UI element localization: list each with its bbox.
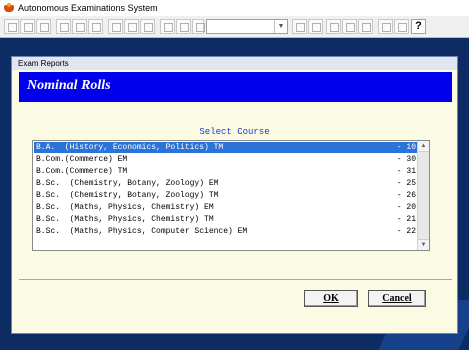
toolbar: ▼ ?: [0, 16, 469, 38]
course-code: - 20: [396, 203, 416, 212]
course-name: B.Sc. (Maths, Physics, Chemistry) EM: [36, 203, 214, 212]
list-item[interactable]: B.Sc. (Chemistry, Botany, Zoology) EM - …: [34, 178, 418, 189]
print-icon[interactable]: [56, 19, 71, 34]
list-item[interactable]: B.Sc. (Chemistry, Botany, Zoology) TM - …: [34, 190, 418, 201]
course-code: - 30: [396, 155, 416, 164]
report-icon[interactable]: [394, 19, 409, 34]
course-code: - 26: [396, 191, 416, 200]
list-item[interactable]: B.Com.(Commerce) EM - 30: [34, 154, 418, 165]
spellcheck-icon[interactable]: [88, 19, 103, 34]
app-logo-icon: [4, 3, 14, 13]
course-code: - 10: [396, 143, 416, 152]
align-left-icon[interactable]: [292, 19, 307, 34]
ok-button[interactable]: OK: [304, 290, 358, 307]
course-name: B.Sc. (Chemistry, Botany, Zoology) TM: [36, 191, 219, 200]
dialog-caption: Exam Reports: [12, 57, 457, 70]
course-name: B.Sc. (Chemistry, Botany, Zoology) EM: [36, 179, 219, 188]
app-title: Autonomous Examinations System: [18, 3, 158, 13]
course-code: - 31: [396, 167, 416, 176]
redo-icon[interactable]: [176, 19, 191, 34]
course-name: B.Com.(Commerce) TM: [36, 167, 128, 176]
course-code: - 21: [396, 215, 416, 224]
course-code: - 22: [396, 227, 416, 236]
image-icon[interactable]: [358, 19, 373, 34]
list-item[interactable]: B.Sc. (Maths, Physics, Chemistry) EM - 2…: [34, 202, 418, 213]
save-icon[interactable]: [36, 19, 51, 34]
print-preview-icon[interactable]: [72, 19, 87, 34]
exam-reports-dialog: Exam Reports Nominal Rolls Select Course…: [11, 56, 458, 334]
toolbar-combo[interactable]: ▼: [206, 19, 288, 34]
page-title: Nominal Rolls: [27, 78, 111, 93]
new-icon[interactable]: [4, 19, 19, 34]
list-item[interactable]: B.Com.(Commerce) TM - 31: [34, 166, 418, 177]
header-band: Nominal Rolls: [19, 72, 452, 102]
chart-icon[interactable]: [342, 19, 357, 34]
scroll-up-icon[interactable]: ▲: [418, 141, 429, 152]
divider: [19, 279, 452, 280]
course-name: B.Sc. (Maths, Physics, Chemistry) TM: [36, 215, 214, 224]
course-code: - 25: [396, 179, 416, 188]
app-titlebar: Autonomous Examinations System: [0, 0, 469, 16]
cancel-button[interactable]: Cancel: [368, 290, 426, 307]
align-center-icon[interactable]: [308, 19, 323, 34]
open-icon[interactable]: [20, 19, 35, 34]
table-icon[interactable]: [326, 19, 341, 34]
course-name: B.A. (History, Economics, Politics) TM: [36, 143, 224, 152]
paste-icon[interactable]: [140, 19, 155, 34]
scroll-down-icon[interactable]: ▼: [418, 239, 429, 250]
course-name: B.Sc. (Maths, Physics, Computer Science)…: [36, 227, 248, 236]
help-icon[interactable]: ?: [411, 19, 426, 34]
list-scrollbar[interactable]: ▲ ▼: [417, 141, 429, 250]
course-listbox[interactable]: B.A. (History, Economics, Politics) TM -…: [32, 140, 430, 251]
select-course-label: Select Course: [199, 127, 270, 137]
copy-icon[interactable]: [124, 19, 139, 34]
course-name: B.Com.(Commerce) EM: [36, 155, 128, 164]
chevron-down-icon[interactable]: ▼: [274, 20, 287, 33]
database-icon[interactable]: [378, 19, 393, 34]
list-item[interactable]: B.Sc. (Maths, Physics, Chemistry) TM - 2…: [34, 214, 418, 225]
undo-icon[interactable]: [160, 19, 175, 34]
list-item[interactable]: B.Sc. (Maths, Physics, Computer Science)…: [34, 226, 418, 237]
list-item[interactable]: B.A. (History, Economics, Politics) TM -…: [34, 142, 418, 153]
insert-icon[interactable]: [192, 19, 205, 34]
cut-icon[interactable]: [108, 19, 123, 34]
